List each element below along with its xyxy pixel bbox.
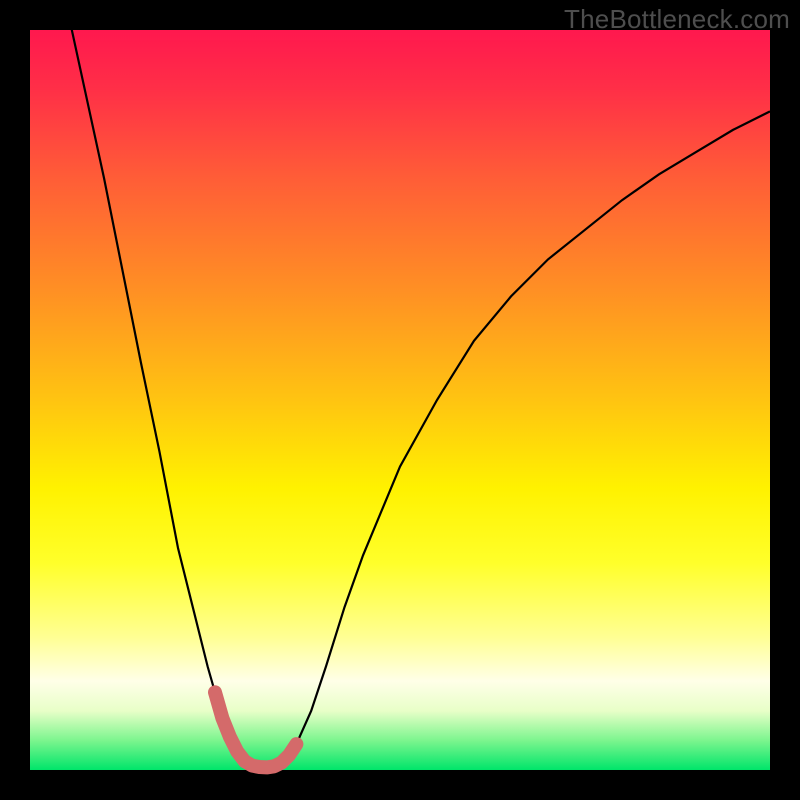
watermark-text: TheBottleneck.com	[564, 4, 790, 35]
chart-frame: TheBottleneck.com	[0, 0, 800, 800]
plot-background	[30, 30, 770, 770]
chart-canvas	[0, 0, 800, 800]
